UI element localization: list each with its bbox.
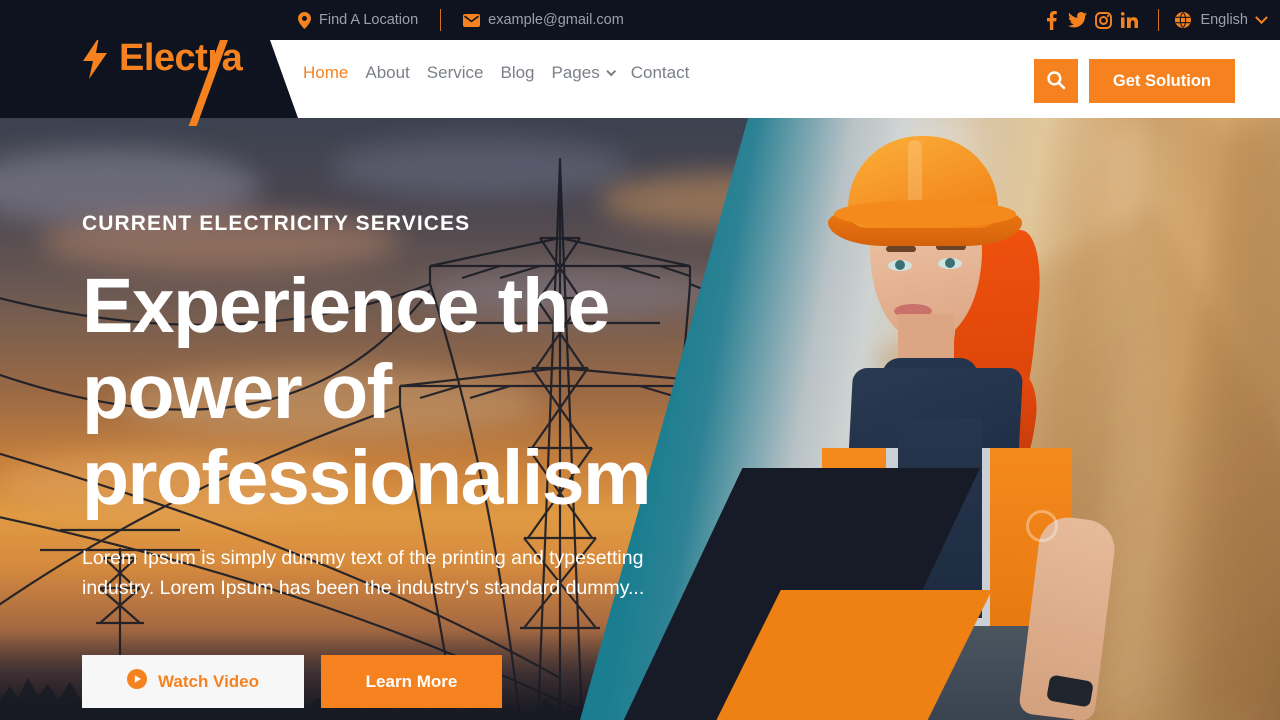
watch-video-label: Watch Video <box>157 671 260 691</box>
map-pin-icon <box>298 11 311 29</box>
nav-item-service[interactable]: Service <box>427 63 501 83</box>
get-solution-button[interactable]: Get Solution <box>1088 59 1235 103</box>
primary-navigation: Home About Service Blog Pages Contact <box>303 63 706 83</box>
top-utility-bar: Find A Location example@gmail.com Englis… <box>0 0 1280 40</box>
hero-paragraph: Lorem Ipsum is simply dummy text of the … <box>82 547 645 599</box>
chevron-down-icon <box>605 65 616 76</box>
hero-heading-line-2: power of <box>82 349 392 435</box>
topbar-divider <box>440 9 442 31</box>
nav-item-about[interactable]: About <box>365 63 426 83</box>
twitter-icon[interactable] <box>1064 7 1090 33</box>
hero-heading-line-1: Experience the <box>82 263 610 349</box>
nav-label-about: About <box>365 63 410 82</box>
instagram-icon[interactable] <box>1090 7 1116 33</box>
brand-logo[interactable]: Electra <box>80 37 243 79</box>
email-label: example@gmail.com <box>488 12 624 28</box>
hero-section: CURRENT ELECTRICITY SERVICES Experience … <box>0 118 1280 720</box>
landing-page: CURRENT ELECTRICITY SERVICES Experience … <box>0 0 1280 720</box>
nav-item-pages[interactable]: Pages <box>552 63 631 83</box>
linkedin-icon[interactable] <box>1116 7 1142 33</box>
email-item[interactable]: example@gmail.com <box>463 12 624 28</box>
nav-item-home[interactable]: Home <box>303 63 365 83</box>
chevron-down-icon <box>1255 10 1268 24</box>
play-circle-icon <box>126 669 147 694</box>
find-location-label: Find A Location <box>319 12 419 28</box>
header-actions: Get Solution <box>1033 59 1235 103</box>
hero-eyebrow: CURRENT ELECTRICITY SERVICES <box>82 212 471 235</box>
search-button[interactable] <box>1033 59 1078 103</box>
learn-more-button[interactable]: Learn More <box>321 655 502 708</box>
nav-label-home: Home <box>303 63 349 82</box>
nav-label-pages: Pages <box>551 63 600 82</box>
nav-label-blog: Blog <box>500 63 535 82</box>
topbar-divider-2 <box>1158 9 1160 31</box>
hero-heading-line-3: professionalism <box>82 435 652 521</box>
language-label: English <box>1200 12 1248 28</box>
topbar-right-group: English <box>1038 0 1268 40</box>
find-location-item[interactable]: Find A Location <box>298 11 419 29</box>
nav-label-service: Service <box>426 63 484 82</box>
envelope-icon <box>463 13 481 27</box>
hero-content: CURRENT ELECTRICITY SERVICES Experience … <box>82 118 722 720</box>
search-icon <box>1046 70 1066 93</box>
lightning-bolt-icon <box>80 37 110 79</box>
nav-item-contact[interactable]: Contact <box>631 63 707 83</box>
globe-icon <box>1175 12 1192 28</box>
topbar-left-group: Find A Location example@gmail.com <box>298 0 624 40</box>
watch-video-button[interactable]: Watch Video <box>82 655 304 708</box>
facebook-icon[interactable] <box>1038 7 1064 33</box>
nav-item-blog[interactable]: Blog <box>500 63 551 83</box>
hero-button-group: Watch Video Learn More <box>82 655 502 708</box>
hero-heading: Experience the power of professionalism <box>82 263 682 521</box>
brand-name: Electra <box>119 37 243 79</box>
nav-label-contact: Contact <box>630 63 690 82</box>
language-selector[interactable]: English <box>1175 10 1268 28</box>
